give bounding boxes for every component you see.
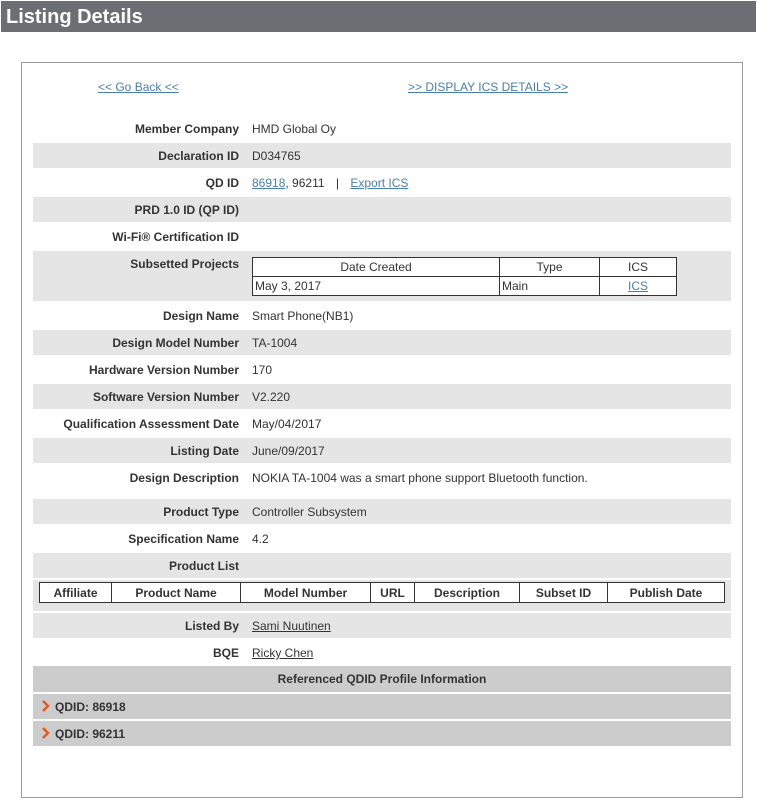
- listing-date-row: Listing Date June/09/2017: [33, 438, 731, 463]
- product-type-value: Controller Subsystem: [252, 505, 367, 519]
- product-list-row: Product List: [33, 553, 731, 578]
- qdid-label: QDID: 96211: [55, 727, 126, 741]
- design-name-label: Design Name: [162, 309, 239, 323]
- subset-header-date: Date Created: [252, 257, 500, 277]
- qdid-expand-86918[interactable]: QDID: 86918: [33, 694, 731, 719]
- design-model-number-label: Design Model Number: [112, 336, 239, 350]
- listing-date-label: Listing Date: [170, 444, 239, 458]
- product-header-product-name: Product Name: [111, 582, 241, 603]
- listing-date-value: June/09/2017: [252, 444, 325, 458]
- subset-date-cell: May 3, 2017: [252, 276, 500, 296]
- qd-id-row: QD ID 86918, 96211 | Export ICS: [33, 170, 731, 195]
- declaration-id-row: Declaration ID D034765: [33, 143, 731, 168]
- declaration-id-value: D034765: [252, 149, 301, 163]
- design-description-row: Design Description NOKIA TA-1004 was a s…: [33, 465, 731, 497]
- subsetted-projects-row: Subsetted Projects Date Created Type ICS…: [33, 251, 731, 301]
- specification-name-row: Specification Name 4.2: [33, 526, 731, 551]
- declaration-id-label: Declaration ID: [158, 149, 239, 163]
- qd-id-label: QD ID: [205, 176, 239, 190]
- qdid-label: QDID: 86918: [55, 700, 126, 714]
- product-header-model-number: Model Number: [240, 582, 371, 603]
- qualification-date-label: Qualification Assessment Date: [63, 417, 239, 431]
- table-row: May 3, 2017 Main ICS: [252, 276, 677, 296]
- chevron-right-icon: [42, 727, 50, 739]
- subset-header-type: Type: [499, 257, 600, 277]
- page-title: Listing Details: [1, 1, 756, 32]
- prd-id-label: PRD 1.0 ID (QP ID): [134, 203, 239, 217]
- subsetted-projects-label: Subsetted Projects: [130, 257, 239, 271]
- design-model-number-value: TA-1004: [252, 336, 298, 350]
- subsetted-projects-table: Date Created Type ICS May 3, 2017 Main I…: [252, 257, 677, 296]
- product-list-label: Product List: [168, 559, 239, 573]
- subset-ics-link[interactable]: ICS: [628, 279, 648, 293]
- member-company-label: Member Company: [134, 122, 239, 136]
- hardware-version-row: Hardware Version Number 170: [33, 357, 731, 382]
- listing-details-panel: << Go Back << >> DISPLAY ICS DETAILS >> …: [21, 62, 743, 798]
- product-header-subset-id: Subset ID: [519, 582, 608, 603]
- product-header-affiliate: Affiliate: [39, 582, 112, 603]
- bqe-label: BQE: [212, 646, 239, 660]
- go-back-link[interactable]: << Go Back <<: [98, 80, 179, 94]
- product-header-url: URL: [370, 582, 415, 603]
- member-company-value: HMD Global Oy: [252, 122, 337, 136]
- chevron-right-icon: [42, 700, 50, 712]
- qd-id-separator: |: [335, 176, 339, 190]
- design-description-label: Design Description: [129, 471, 239, 485]
- qd-id-link[interactable]: 86918: [252, 176, 285, 190]
- listed-by-row: Listed By Sami Nuutinen: [33, 613, 731, 638]
- software-version-label: Software Version Number: [92, 390, 239, 404]
- software-version-value: V2.220: [252, 390, 291, 404]
- qualification-date-row: Qualification Assessment Date May/04/201…: [33, 411, 731, 436]
- design-model-number-row: Design Model Number TA-1004: [33, 330, 731, 355]
- hardware-version-label: Hardware Version Number: [88, 363, 239, 377]
- design-description-value: NOKIA TA-1004 was a smart phone support …: [252, 471, 588, 485]
- qualification-date-value: May/04/2017: [252, 417, 322, 431]
- design-name-value: Smart Phone(NB1): [252, 309, 354, 323]
- hardware-version-value: 170: [252, 363, 273, 377]
- specification-name-value: 4.2: [252, 532, 269, 546]
- prd-id-row: PRD 1.0 ID (QP ID): [33, 197, 731, 222]
- product-table-row: Affiliate Product Name Model Number URL …: [33, 580, 731, 611]
- wifi-certification-label: Wi-Fi® Certification ID: [112, 230, 239, 244]
- bqe-link[interactable]: Ricky Chen: [252, 646, 313, 660]
- listed-by-label: Listed By: [184, 619, 239, 633]
- product-header-publish-date: Publish Date: [607, 582, 725, 603]
- specification-name-label: Specification Name: [128, 532, 239, 546]
- qdid-expand-96211[interactable]: QDID: 96211: [33, 721, 731, 746]
- bqe-row: BQE Ricky Chen: [33, 640, 731, 665]
- product-list-table: Affiliate Product Name Model Number URL …: [39, 582, 725, 603]
- subset-type-cell: Main: [499, 276, 600, 296]
- software-version-row: Software Version Number V2.220: [33, 384, 731, 409]
- export-ics-link[interactable]: Export ICS: [350, 176, 408, 190]
- qd-id-secondary: , 96211: [285, 176, 325, 190]
- qd-id-value: 86918, 96211 | Export ICS: [252, 176, 408, 190]
- subset-ics-cell: ICS: [599, 276, 677, 296]
- subset-header-ics: ICS: [599, 257, 677, 277]
- product-type-label: Product Type: [163, 505, 239, 519]
- wifi-certification-row: Wi-Fi® Certification ID: [33, 224, 731, 249]
- display-ics-details-link[interactable]: >> DISPLAY ICS DETAILS >>: [408, 80, 568, 94]
- design-name-row: Design Name Smart Phone(NB1): [33, 303, 731, 328]
- referenced-qdid-header: Referenced QDID Profile Information: [33, 666, 731, 692]
- member-company-row: Member Company HMD Global Oy: [33, 116, 731, 141]
- product-header-description: Description: [414, 582, 520, 603]
- product-type-row: Product Type Controller Subsystem: [33, 499, 731, 524]
- listed-by-link[interactable]: Sami Nuutinen: [252, 619, 331, 633]
